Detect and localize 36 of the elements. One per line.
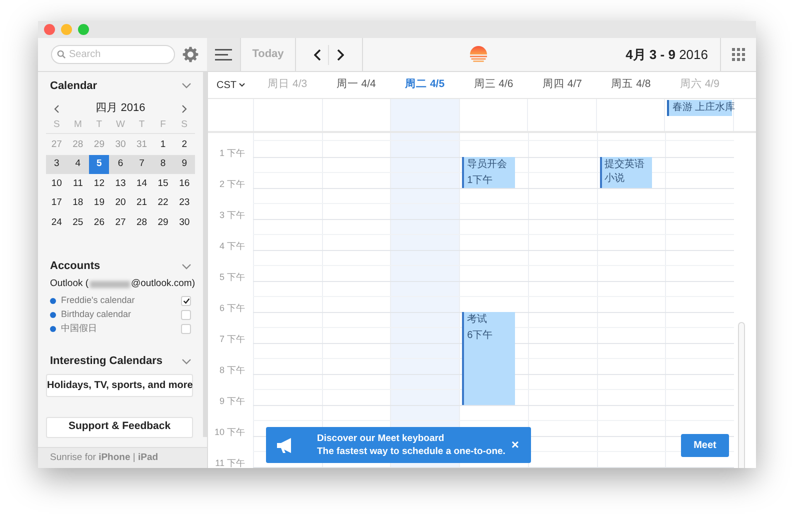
weekday-label: T (96, 118, 102, 132)
section-title: Accounts (50, 259, 100, 274)
weekday-label: S (53, 118, 60, 132)
weekday-label: W (116, 118, 125, 132)
banner-subtitle: The fastest way to schedule a one-to-one. (317, 445, 506, 458)
calendar-name: Birthday calendar (61, 308, 132, 321)
hour-label: 6 下午 (219, 303, 245, 313)
banner-title: Discover our Meet keyboard (317, 432, 446, 445)
section-title: Interesting Calendars (50, 354, 162, 370)
hour-label: 5 下午 (219, 272, 245, 282)
date-range: 4月 3 - 9 2016 (626, 46, 708, 64)
hour-label: 7 下午 (219, 334, 245, 344)
hour-label: 10 下午 (214, 427, 245, 437)
hour-label: 1 下午 (219, 148, 245, 158)
hour-label: 9 下午 (219, 396, 245, 406)
account-name: Outlook ( (50, 277, 89, 292)
event-time: 6下午 (467, 329, 494, 342)
event-title: 导员开会 (467, 158, 508, 172)
calendar-name: Freddie's calendar (61, 294, 135, 307)
event-title: 提交英语小说 (604, 158, 646, 186)
hour-label: 8 下午 (219, 365, 245, 375)
footer-text: Sunrise for iPhone | iPad (50, 450, 158, 465)
calendar-name: 中国假日 (61, 322, 97, 335)
account-email: @outlook.com) (130, 277, 195, 292)
section-title: Calendar (50, 78, 98, 94)
weekday-label: F (160, 118, 166, 132)
hour-label: 11 下午 (215, 458, 245, 468)
hour-label: 4 下午 (219, 241, 245, 251)
weekday-label: M (74, 118, 82, 132)
event-title: 考试 (467, 313, 488, 327)
month-title: 四月 2016 (96, 101, 146, 116)
hour-label: 2 下午 (219, 179, 245, 189)
weekday-label: S (181, 118, 188, 132)
hour-label: 3 下午 (219, 210, 245, 220)
weekday-label: T (138, 118, 145, 132)
event-time: 1下午 (467, 174, 494, 187)
